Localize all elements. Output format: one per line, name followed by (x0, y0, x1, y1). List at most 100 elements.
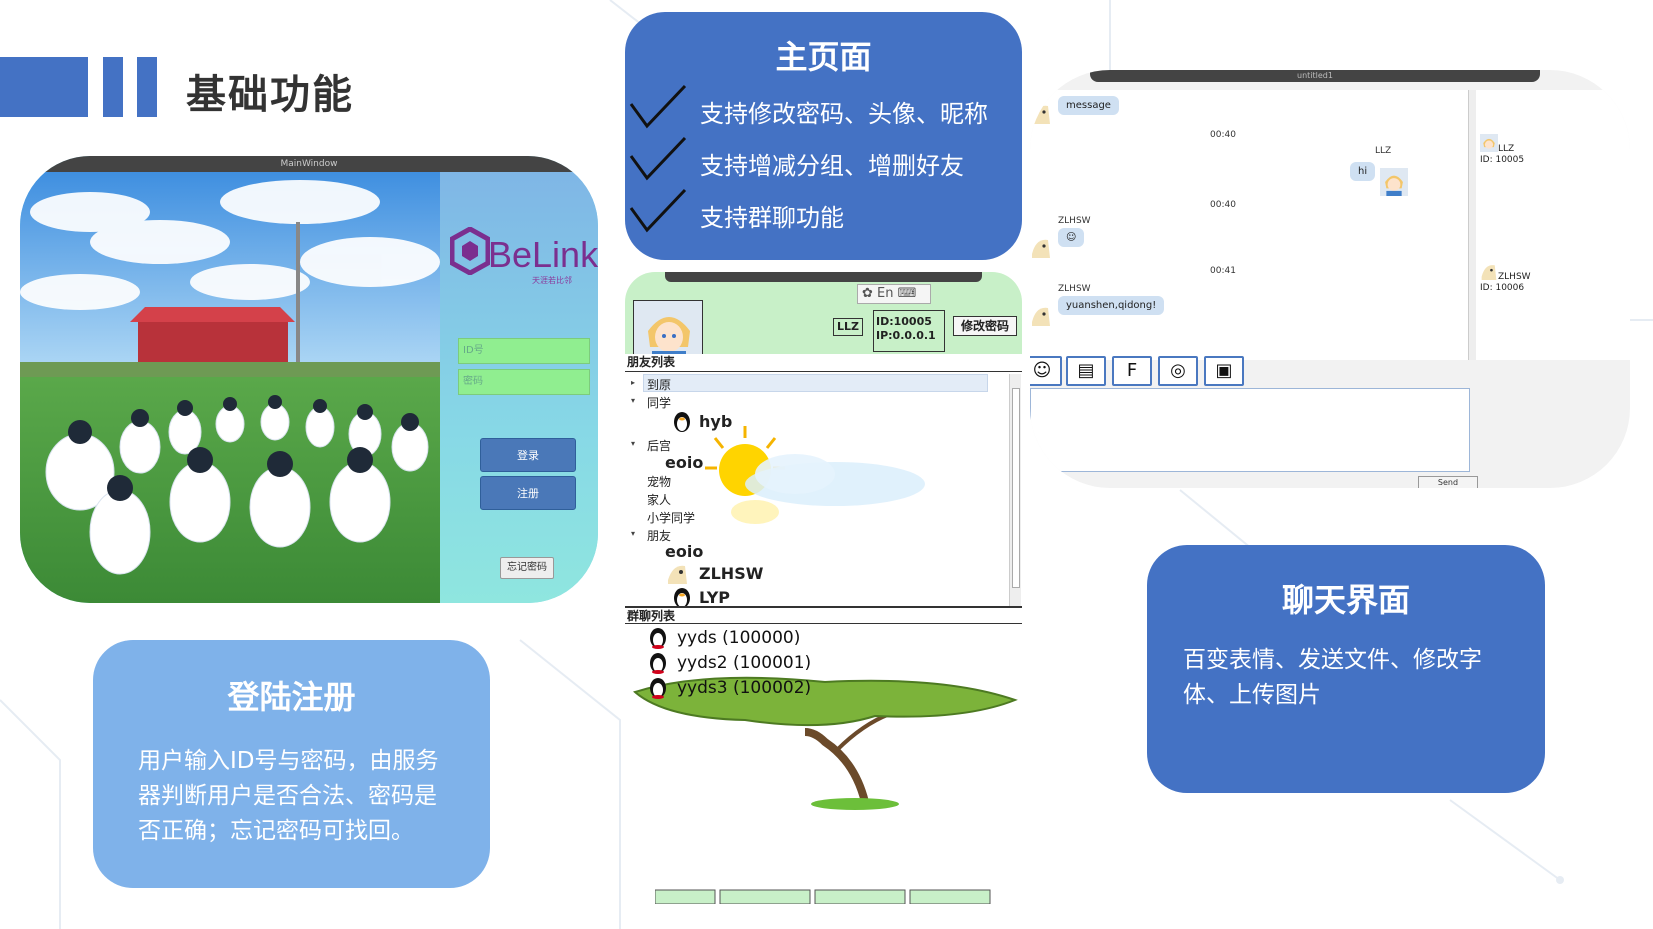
ime-indicator: ✿ En ⌨ (857, 284, 931, 304)
friend-list-scrollbar[interactable] (1009, 374, 1021, 624)
login-caption-card: 登陆注册 用户输入ID号与密码，由服务器判断用户是否合法、密码是否正确；忘记密码… (93, 640, 490, 888)
message-input[interactable] (1030, 388, 1470, 472)
password-input[interactable]: 密码 (458, 369, 590, 395)
qq-penguin-icon (674, 412, 690, 432)
chat-bubble: ☺ (1058, 228, 1085, 247)
feature-row: 支持增减分组、增删好友 (625, 134, 1022, 186)
chat-caption-title: 聊天界面 (1281, 581, 1410, 619)
chat-message-area: message 00:40 LLZ hi 00:40 ZLHSW ☺ 00:41… (1030, 90, 1468, 360)
tree-friend[interactable]: LYP (699, 588, 730, 607)
check-icon (629, 136, 687, 181)
group-chat-item[interactable]: yyds3 (100002) (677, 678, 811, 698)
check-icon (629, 188, 687, 233)
login-window-titlebar: MainWindow (20, 156, 598, 172)
qq-penguin-icon (650, 653, 666, 674)
member-name[interactable]: ZLHSW (1498, 272, 1531, 283)
id-ip-box: ID:10005 IP:0.0.0.1 (873, 310, 945, 352)
header-accent-bar (137, 57, 157, 117)
image-icon[interactable]: ▣ (1204, 356, 1244, 386)
forgot-password-button[interactable]: 忘记密码 (500, 557, 554, 579)
user-avatar-icon (1380, 168, 1408, 196)
tree-arrow-icon[interactable]: ▸ (631, 378, 635, 387)
group-chat-item[interactable]: yyds2 (100001) (677, 653, 811, 673)
students-photo (20, 172, 440, 603)
login-panel: BeLink 天涯若比邻 ID号 密码 登录 注册 忘记密码 (440, 172, 598, 603)
member-avatar-icon (1480, 134, 1498, 152)
user-ip: IP:0.0.0.1 (876, 329, 936, 342)
feature-row: 支持修改密码、头像、昵称 (625, 82, 1022, 134)
member-avatar-icon (1480, 262, 1498, 280)
ime-icon: ✿ (862, 286, 878, 301)
check-icon (629, 84, 687, 129)
login-caption-text: 用户输入ID号与密码，由服务器判断用户是否合法、密码是否正确；忘记密码可找回。 (138, 748, 439, 844)
user-avatar-icon (1030, 304, 1052, 326)
main-window-titlebar (665, 272, 982, 282)
login-window-screenshot: MainWindow BeLink 天涯若比邻 ID号 密码 登录 注册 忘记密… (20, 156, 598, 603)
avatar[interactable] (633, 300, 703, 360)
nickname-label[interactable]: LLZ (833, 318, 863, 336)
bottom-tab-strip[interactable] (655, 884, 995, 904)
chat-scrollbar[interactable] (1468, 90, 1476, 360)
main-page-caption-card: 主页面 支持修改密码、头像、昵称 支持增减分组、增删好友 支持群聊功能 (625, 12, 1022, 260)
logo-text: BeLink (488, 234, 598, 275)
feature-text: 支持群聊功能 (700, 204, 844, 232)
tree-selection (643, 374, 988, 392)
group-chat-item[interactable]: yyds (100000) (677, 628, 800, 648)
sender-name: ZLHSW (1058, 284, 1091, 294)
timestamp: 00:40 (1210, 130, 1236, 140)
weather-decoration (705, 426, 925, 524)
font-icon[interactable]: F (1112, 356, 1152, 386)
emoji-icon[interactable]: ☺ (1030, 356, 1062, 386)
header-accent-bar (0, 57, 88, 117)
chat-caption-text: 百变表情、发送文件、修改字体、上传图片 (1183, 647, 1482, 708)
scrollbar-thumb[interactable] (1012, 388, 1020, 588)
page-title: 基础功能 (186, 72, 354, 118)
logo-subtitle: 天涯若比邻 (532, 276, 572, 285)
qq-penguin-icon (650, 628, 666, 649)
main-caption-title: 主页面 (775, 38, 872, 76)
login-button[interactable]: 登录 (480, 438, 576, 472)
member-id: ID: 10006 (1480, 283, 1525, 293)
tree-group[interactable]: 宠物 (647, 473, 671, 490)
tree-friend[interactable]: ZLHSW (699, 564, 763, 583)
user-avatar-icon (1030, 236, 1052, 258)
feature-text: 支持修改密码、头像、昵称 (700, 100, 988, 128)
qq-penguin-icon (650, 678, 666, 699)
timestamp: 00:41 (1210, 266, 1236, 276)
login-caption-title: 登陆注册 (227, 678, 356, 716)
chat-bubble: yuanshen,qidong! (1058, 296, 1165, 315)
avatar-image (634, 301, 702, 359)
tree-group[interactable]: 小学同学 (647, 509, 695, 526)
tree-arrow-icon[interactable]: ▾ (631, 529, 635, 538)
main-window-screenshot: ✿ En ⌨ LLZ ID:10005 IP:0.0.0.1 修改密码 朋友列表… (625, 272, 1022, 904)
chat-bubble: message (1058, 96, 1119, 115)
tree-group[interactable]: 同学 (647, 394, 671, 411)
timestamp: 00:40 (1210, 200, 1236, 210)
tree-arrow-icon[interactable]: ▾ (631, 439, 635, 448)
member-name[interactable]: LLZ (1498, 144, 1514, 155)
friend-list-header: 朋友列表 (625, 354, 1022, 372)
tree-group[interactable]: 家人 (647, 491, 671, 508)
send-button[interactable]: Send (1418, 476, 1478, 488)
tree-group[interactable]: 到原 (647, 376, 671, 393)
tree-friend[interactable]: eoio (665, 453, 703, 472)
friend-tree: ▸ 到原 ▾ 同学 hyb ▾ 后宫 eoio 宠物 家人 小学同学 ▾ 朋友 … (625, 374, 1009, 624)
chat-window-screenshot: untitled1 message 00:40 LLZ hi 00:40 ZLH… (1030, 70, 1630, 488)
user-avatar-icon (1030, 102, 1052, 124)
palette-icon[interactable]: ◎ (1158, 356, 1198, 386)
tree-arrow-icon[interactable]: ▾ (631, 396, 635, 405)
id-input[interactable]: ID号 (458, 338, 590, 364)
chat-window-titlebar: untitled1 (1090, 70, 1540, 82)
chat-bubble: hi (1350, 162, 1376, 181)
ime-label: En (877, 286, 894, 301)
header-accent-bar (103, 57, 123, 117)
file-icon[interactable]: ▤ (1066, 356, 1106, 386)
tree-friend[interactable]: eoio (665, 542, 703, 561)
keyboard-icon: ⌨ (893, 286, 917, 301)
member-list: LLZ ID: 10005 ZLHSW ID: 10006 (1476, 90, 1630, 360)
register-button[interactable]: 注册 (480, 476, 576, 510)
tree-group[interactable]: 后宫 (647, 437, 671, 454)
member-id: ID: 10005 (1480, 155, 1525, 165)
change-password-button[interactable]: 修改密码 (953, 316, 1017, 336)
tree-friend[interactable]: hyb (699, 412, 732, 431)
